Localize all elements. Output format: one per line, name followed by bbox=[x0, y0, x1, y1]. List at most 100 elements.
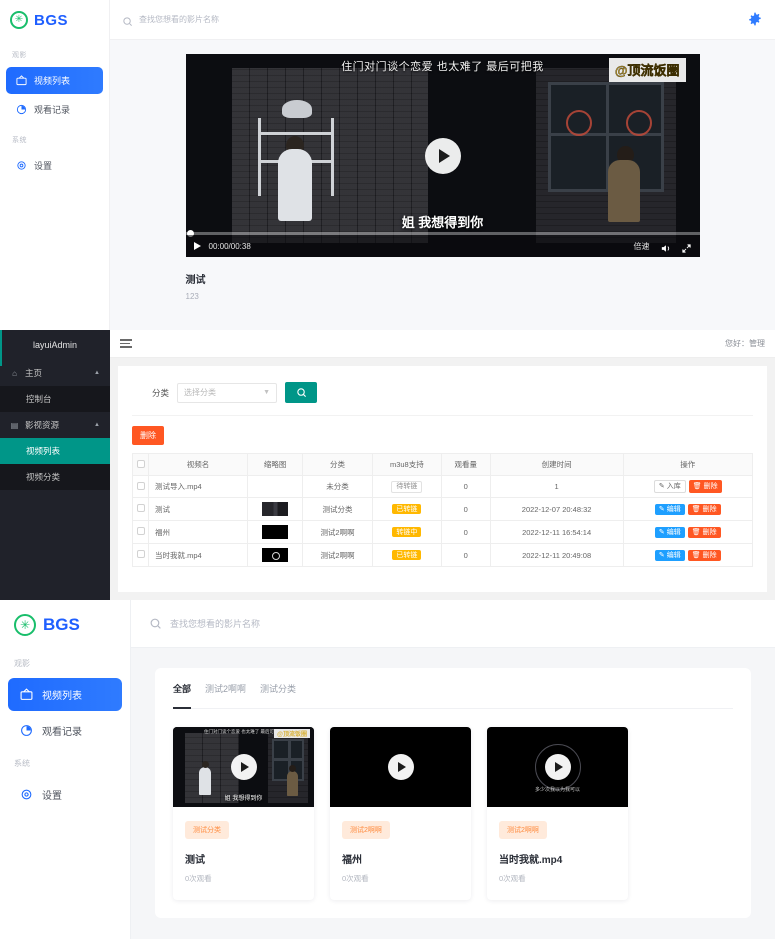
row-checkbox[interactable] bbox=[136, 481, 145, 490]
tab-all[interactable]: 全部 bbox=[173, 682, 192, 709]
cell-views: 0 bbox=[440, 543, 491, 567]
main-area: 查找您想看的影片名称 住门对门谈个恋爱 也太难了 最后可把我 @顶流饭圈 姐 我… bbox=[110, 0, 775, 330]
col-m3u8: m3u8支持 bbox=[371, 453, 442, 476]
delete-button[interactable]: 🗑 删除 bbox=[687, 526, 721, 538]
row-select-cell bbox=[132, 543, 149, 567]
edit-button[interactable]: ✎ 编辑 bbox=[654, 526, 685, 538]
delete-button-label: 删除 bbox=[703, 483, 718, 490]
edit-button-label: 编辑 bbox=[666, 528, 681, 536]
cell-actions: ✎ 编辑 🗑 删除 bbox=[622, 543, 754, 567]
fullscreen-icon[interactable] bbox=[681, 241, 692, 253]
card-body: 测试2啊啊 福州 0次观看 bbox=[330, 807, 471, 900]
table-row[interactable]: 当时我就.mp4 测试2啊啊 已转链 0 2022-12-11 20:49:08 bbox=[132, 543, 754, 567]
play-button[interactable] bbox=[424, 137, 461, 174]
search-input[interactable]: 查找您想看的影片名称 bbox=[122, 14, 747, 26]
cell-created: 2022-12-11 20:49:08 bbox=[489, 543, 624, 567]
play-icon[interactable] bbox=[193, 242, 201, 250]
video-card[interactable]: 多少次我以为我可以 测试2啊啊 当时我就.mp4 0次观看 bbox=[487, 727, 628, 900]
delete-button-label: 删除 bbox=[702, 528, 717, 536]
table-header-row: 视频名 缩略图 分类 m3u8支持 观看量 创建时间 操作 bbox=[132, 453, 754, 476]
row-checkbox[interactable] bbox=[136, 527, 145, 535]
table-row[interactable]: 福州 测试2啊啊 转链中 0 2022-12-11 16:54:14 ✎ 编辑 … bbox=[132, 520, 754, 544]
admin-nav-home[interactable]: ⌂ 主页 ▲ bbox=[0, 360, 110, 386]
admin-page: layuiAdmin ⌂ 主页 ▲ 控制台 ▤ 影视资源 ▲ 视频列表 视频分类… bbox=[0, 330, 775, 600]
video-card[interactable]: 测试2啊啊 福州 0次观看 bbox=[330, 727, 471, 900]
category-select[interactable]: 选择分类 ▼ bbox=[177, 382, 278, 403]
delete-button[interactable]: 🗑 删除 bbox=[687, 503, 721, 515]
row-select-cell bbox=[132, 497, 149, 521]
play-button[interactable] bbox=[544, 754, 571, 780]
store-button[interactable]: ✎ 入库 bbox=[653, 480, 686, 493]
search-button[interactable] bbox=[285, 382, 318, 403]
card-body: 测试2啊啊 当时我就.mp4 0次观看 bbox=[487, 807, 628, 900]
hamburger-icon[interactable] bbox=[120, 339, 132, 348]
cell-category: 测试分类 bbox=[302, 497, 373, 521]
play-button[interactable] bbox=[387, 754, 414, 780]
cell-thumb bbox=[247, 497, 304, 521]
admin-nav-console[interactable]: 控制台 bbox=[0, 386, 110, 412]
select-all-checkbox[interactable] bbox=[136, 459, 145, 468]
video-subtitle-bottom: 姐 我想得到你 bbox=[401, 215, 484, 230]
scene-pot bbox=[281, 100, 312, 118]
admin-logo[interactable]: layuiAdmin bbox=[0, 330, 110, 360]
card-category-tag[interactable]: 测试分类 bbox=[185, 821, 229, 839]
table-row[interactable]: 测试 测试分类 已转链 0 2022-12-07 20:48:32 ✎ 编辑 🗑… bbox=[132, 497, 754, 521]
sidebar-item-watch-history[interactable]: 观看记录 bbox=[8, 714, 122, 747]
cell-m3u8: 待转链 bbox=[371, 475, 442, 498]
sidebar-item-label: 观看记录 bbox=[42, 727, 82, 738]
cell-thumb bbox=[247, 543, 304, 567]
video-card[interactable]: 住门对门谈个恋爱 也太难了 最后可把我 @顶流饭圈 姐 我想得到你 测试分类 测… bbox=[173, 727, 314, 900]
sidebar-item-settings[interactable]: 设置 bbox=[8, 778, 122, 811]
video-player[interactable]: 住门对门谈个恋爱 也太难了 最后可把我 @顶流饭圈 姐 我想得到你 00:00/… bbox=[185, 54, 700, 257]
thumb-subtitle: 姐 我想得到你 bbox=[224, 796, 263, 802]
row-actions: ✎ 编辑 🗑 删除 bbox=[626, 549, 750, 561]
row-actions: ✎ 入库 🗑 删除 bbox=[626, 480, 750, 493]
scene-person-left bbox=[277, 149, 312, 221]
thumbnail-image bbox=[262, 502, 289, 516]
playback-speed-button[interactable]: 倍速 bbox=[634, 241, 650, 252]
table-row[interactable]: 测试导入.mp4 未分类 待转链 0 1 ✎ 入库 🗑 删除 bbox=[132, 475, 754, 498]
video-table: 视频名 缩略图 分类 m3u8支持 观看量 创建时间 操作 测试导入.mp4 未… bbox=[132, 453, 754, 567]
cell-thumb bbox=[247, 475, 304, 498]
tab-test-category[interactable]: 测试分类 bbox=[260, 682, 296, 700]
category-select-value: 选择分类 bbox=[184, 388, 217, 397]
card-thumbnail[interactable]: 住门对门谈个恋爱 也太难了 最后可把我 @顶流饭圈 姐 我想得到你 bbox=[173, 727, 314, 807]
sidebar-item-watch-history[interactable]: 观看记录 bbox=[6, 96, 103, 123]
sidebar-group-label-system: 系统 bbox=[14, 759, 30, 768]
gear-icon[interactable] bbox=[747, 12, 763, 28]
row-actions: ✎ 编辑 🗑 删除 bbox=[626, 503, 750, 515]
chevron-down-icon: ▼ bbox=[263, 389, 271, 396]
card-category-tag[interactable]: 测试2啊啊 bbox=[499, 821, 547, 839]
row-checkbox[interactable] bbox=[136, 550, 145, 558]
sidebar-item-video-list[interactable]: 视频列表 bbox=[6, 67, 103, 94]
admin-nav-video-list[interactable]: 视频列表 bbox=[0, 438, 110, 464]
controls-right: 倍速 bbox=[634, 241, 692, 253]
edit-button[interactable]: ✎ 编辑 bbox=[654, 549, 685, 561]
brand-logo[interactable]: ✳ BGS bbox=[0, 0, 109, 40]
delete-button[interactable]: 🗑 删除 bbox=[688, 480, 722, 493]
sidebar-item-video-list[interactable]: 视频列表 bbox=[8, 678, 122, 711]
sidebar-item-label: 视频列表 bbox=[34, 76, 71, 86]
row-checkbox[interactable] bbox=[136, 504, 145, 512]
pencil-icon: ✎ bbox=[658, 551, 665, 559]
brand-logo[interactable]: ✳ BGS bbox=[0, 600, 130, 650]
search-input[interactable]: 查找您想看的影片名称 bbox=[170, 617, 260, 630]
pencil-icon: ✎ bbox=[658, 528, 665, 536]
admin-card: 分类 选择分类 ▼ 删除 视频名 缩略图 分类 m3u8支持 观看量 创建时间 … bbox=[118, 366, 767, 592]
tab-test2[interactable]: 测试2啊啊 bbox=[205, 682, 246, 700]
bulk-delete-button[interactable]: 删除 bbox=[132, 426, 164, 445]
volume-icon[interactable] bbox=[660, 241, 671, 252]
card-category-tag[interactable]: 测试2啊啊 bbox=[342, 821, 390, 839]
sidebar-item-settings[interactable]: 设置 bbox=[6, 152, 103, 179]
delete-button[interactable]: 🗑 删除 bbox=[687, 549, 721, 561]
admin-nav-video-category[interactable]: 视频分类 bbox=[0, 464, 110, 490]
tv-icon bbox=[16, 75, 27, 86]
card-thumbnail[interactable]: 多少次我以为我可以 bbox=[487, 727, 628, 807]
edit-button[interactable]: ✎ 编辑 bbox=[654, 503, 685, 515]
play-button[interactable] bbox=[230, 754, 257, 780]
card-thumbnail[interactable] bbox=[330, 727, 471, 807]
sidebar-group-label-watch: 观影 bbox=[14, 659, 30, 668]
sidebar-group-label-watch: 观影 bbox=[12, 52, 27, 59]
play-icon bbox=[438, 148, 450, 163]
admin-nav-media[interactable]: ▤ 影视资源 ▲ bbox=[0, 412, 110, 438]
